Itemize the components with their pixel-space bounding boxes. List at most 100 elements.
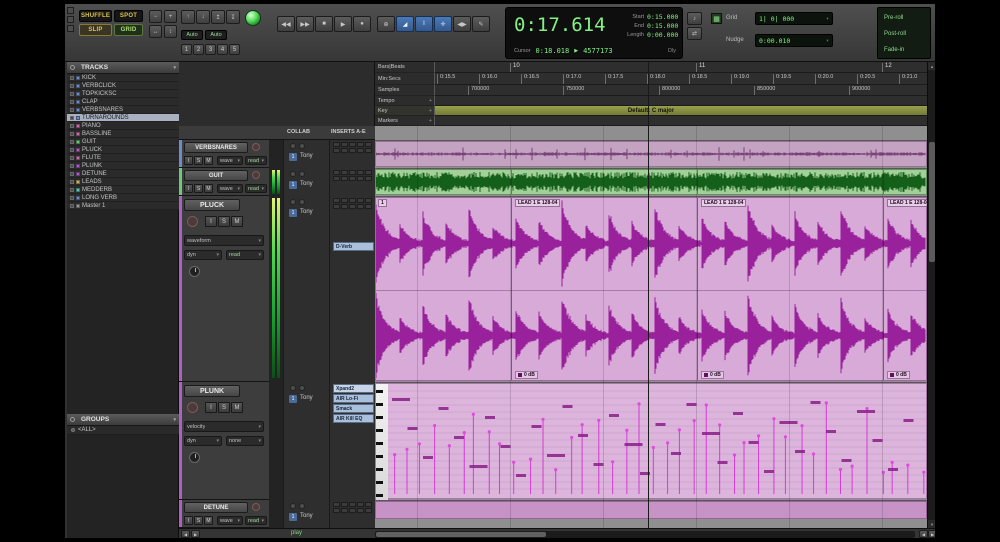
solo-button[interactable]: S — [218, 402, 230, 413]
zoomer-tool[interactable]: ⊕ — [377, 16, 395, 32]
input-monitor-button[interactable]: I — [184, 516, 193, 525]
insert-slot[interactable] — [365, 198, 372, 203]
ruler-label-bars-beats[interactable]: Bars|Beats — [375, 62, 435, 73]
clip-guit[interactable] — [375, 169, 927, 195]
automation-mode-selector[interactable]: read — [245, 156, 267, 165]
min-secs-ruler[interactable]: 0:15.50:16.00:16.50:17.00:17.50:18.00:18… — [375, 73, 927, 85]
ruler-label-samples[interactable]: Samples — [375, 85, 435, 96]
automation-mode-selector[interactable]: none — [226, 436, 264, 446]
track-view-selector[interactable]: wave — [217, 184, 243, 193]
solo-button[interactable]: S — [194, 184, 203, 193]
scroll-right-button[interactable]: ▶ — [191, 530, 200, 538]
insert-slot[interactable] — [333, 198, 340, 203]
close-window-button[interactable] — [67, 7, 74, 14]
groups-menu-icon[interactable] — [70, 417, 75, 422]
zoom-in-button[interactable]: + — [164, 10, 177, 23]
minimize-window-button[interactable] — [67, 16, 74, 23]
sidebar-item-clap[interactable]: CLAP — [67, 98, 179, 106]
vertical-scrollbar[interactable]: ▲ ▼ — [927, 62, 935, 528]
edit-mode-grid[interactable]: GRID — [114, 24, 143, 36]
insert-slot[interactable] — [341, 502, 348, 507]
main-counter[interactable]: 0:17.614 — [514, 12, 616, 38]
zoom-preset-4[interactable]: 4 — [217, 44, 228, 55]
insert-slot[interactable] — [333, 170, 340, 175]
insert-slot[interactable] — [357, 142, 364, 147]
insert-slot[interactable] — [365, 148, 372, 153]
horizontal-scrollbar[interactable] — [375, 531, 915, 538]
chevron-down-icon[interactable]: ▾ — [173, 417, 176, 423]
mute-button[interactable]: M — [231, 402, 243, 413]
grabber-tool[interactable]: ✛ — [434, 16, 452, 32]
insert-slot[interactable] — [349, 502, 356, 507]
vertical-zoom-out-button[interactable]: ↓ — [196, 10, 210, 24]
record-enable-button[interactable] — [187, 402, 198, 413]
insert-slot[interactable] — [333, 176, 340, 181]
solo-button[interactable]: S — [218, 216, 230, 227]
piano-keys-strip[interactable] — [376, 384, 388, 500]
add-event-icon[interactable]: + — [429, 98, 432, 104]
auto-zoom-button-1[interactable]: Auto — [181, 30, 203, 40]
insert-slot[interactable] — [365, 204, 372, 209]
vertical-zoom-in-button[interactable]: ↑ — [181, 10, 195, 24]
insert-slot[interactable] — [357, 204, 364, 209]
pan-knob[interactable] — [189, 452, 200, 463]
automation-mode-selector[interactable]: read — [245, 184, 267, 193]
collab-indicator[interactable] — [299, 171, 305, 177]
sidebar-item-kick[interactable]: KICK — [67, 74, 179, 82]
record-enable-button[interactable] — [252, 503, 260, 511]
insert-slot[interactable] — [357, 170, 364, 175]
field-value[interactable]: 0:15.000 — [647, 22, 678, 30]
insert-slot[interactable] — [365, 502, 372, 507]
insert-air-kill-eq[interactable]: AIR Kill EQ — [333, 414, 374, 423]
mute-button[interactable]: M — [204, 184, 213, 193]
nudge-value[interactable]: 0:00.010 — [755, 34, 833, 47]
group-item-all[interactable]: <ALL> — [67, 426, 179, 435]
insert-slot[interactable] — [341, 508, 348, 513]
audio-zoom-out-button[interactable]: ↧ — [226, 10, 240, 24]
pan-knob[interactable] — [189, 266, 200, 277]
insert-d-verb[interactable]: D-Verb — [333, 242, 374, 251]
insert-slot[interactable] — [349, 170, 356, 175]
sidebar-item-plunk[interactable]: PLUNK — [67, 162, 179, 170]
midi-merge-button[interactable]: ⇄ — [687, 27, 702, 40]
track-view-selector[interactable]: wave — [217, 156, 243, 165]
collab-indicator[interactable] — [290, 503, 296, 509]
edit-mode-spot[interactable]: SPOT — [114, 10, 143, 22]
input-monitor-button[interactable]: I — [205, 402, 217, 413]
insert-slot[interactable] — [365, 508, 372, 513]
sidebar-item-piano[interactable]: PIANO — [67, 122, 179, 130]
scroll-up-icon[interactable]: ▲ — [928, 62, 935, 70]
insert-smack[interactable]: Smack — [333, 404, 374, 413]
scroll-down-icon[interactable]: ▼ — [928, 520, 935, 528]
record-enable-button[interactable] — [187, 216, 198, 227]
auto-zoom-button-2[interactable]: Auto — [205, 30, 227, 40]
group-enable-icon[interactable] — [71, 428, 75, 432]
clip-pluck[interactable]: 1LEAD 1 E 128-04LEAD 1 E 128-04LEAD 1 E … — [375, 197, 927, 381]
zoom-preset-5[interactable]: 5 — [229, 44, 240, 55]
dyn-selector[interactable]: dyn — [184, 436, 222, 446]
collab-indicator[interactable] — [290, 199, 296, 205]
horizontal-zoom-button[interactable]: ↔ — [149, 25, 162, 38]
insert-air-lo-fi[interactable]: AIR Lo-Fi — [333, 394, 374, 403]
track-name-button[interactable]: PLUNK — [184, 385, 240, 397]
zoom-preset-3[interactable]: 3 — [205, 44, 216, 55]
sidebar-item-leads[interactable]: LEADS — [67, 178, 179, 186]
chevron-down-icon[interactable]: ▾ — [173, 65, 176, 71]
add-event-icon[interactable]: + — [429, 108, 432, 114]
mute-button[interactable]: M — [204, 516, 213, 525]
insert-slot[interactable] — [349, 148, 356, 153]
fade-in-button[interactable]: Fade-in — [880, 43, 930, 57]
insert-slot[interactable] — [341, 170, 348, 175]
scrubber-tool[interactable]: ◀▶ — [453, 16, 471, 32]
insert-slot[interactable] — [349, 176, 356, 181]
insert-slot[interactable] — [333, 142, 340, 147]
insert-slot[interactable] — [341, 148, 348, 153]
scroll-right-button[interactable]: ▶ — [928, 530, 935, 538]
insert-slot[interactable] — [365, 176, 372, 181]
insert-slot[interactable] — [333, 508, 340, 513]
sidebar-item-verbsnares[interactable]: VERBSNARES — [67, 106, 179, 114]
input-monitor-button[interactable]: I — [205, 216, 217, 227]
collab-indicator[interactable] — [290, 385, 296, 391]
tracks-panel-header[interactable]: TRACKS ▾ — [67, 62, 179, 74]
field-value[interactable]: 0:00.000 — [647, 31, 678, 39]
